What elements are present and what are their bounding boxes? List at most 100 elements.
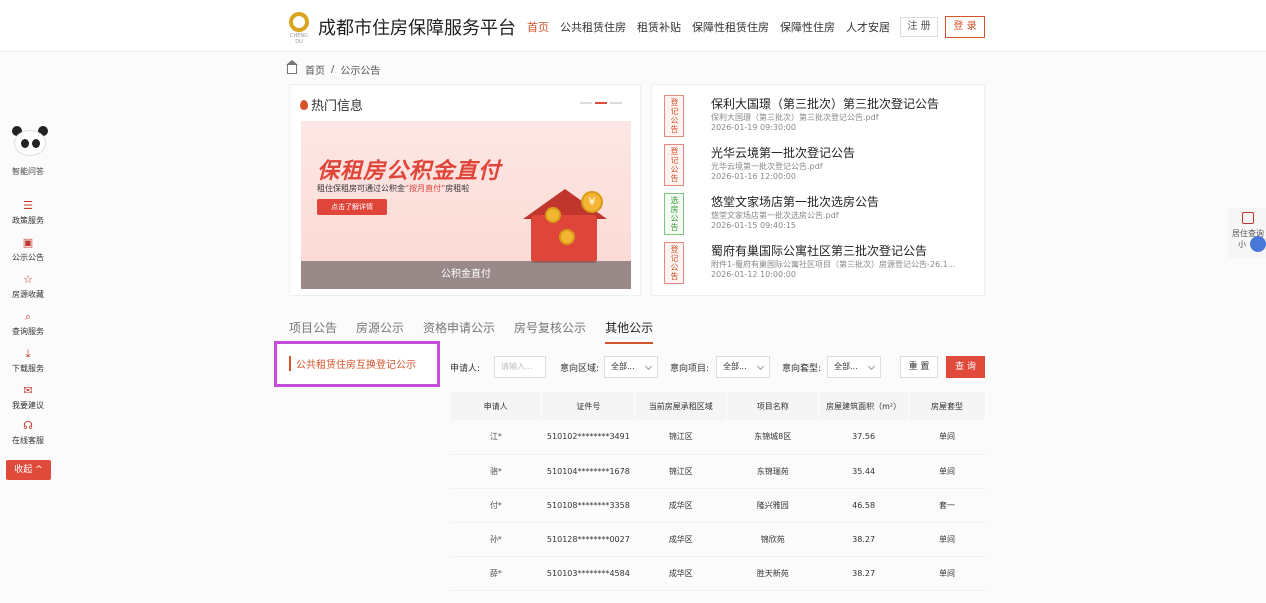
cell-applicant: 付* — [450, 488, 542, 523]
nav-rent-subsidy[interactable]: 租赁补贴 — [637, 19, 681, 35]
notice-file[interactable]: 悠堂文家场店第一批次选房公告.pdf — [711, 210, 981, 221]
reset-button[interactable]: 重 置 — [900, 356, 938, 378]
promo-banner[interactable]: 保租房公积金直付 租住保租房可通过公积金“按月直付”房租啦 点击了解详情 ¥ 公… — [301, 121, 631, 289]
category-panel: 公共租赁住房互换登记公示 — [274, 341, 440, 387]
right-float-widget[interactable]: 居住查询 小 — [1228, 208, 1266, 258]
notice-item[interactable]: 登记公告 保利大国璟（第三批次）第三批次登记公告 保利大国璟（第三批次）第三批次… — [664, 95, 984, 141]
panda-head — [14, 130, 46, 156]
carousel-dot[interactable] — [610, 102, 622, 104]
nav-home[interactable]: 首页 — [527, 19, 549, 35]
notice-item[interactable]: 登记公告 光华云境第一批次登记公告 光华云境第一批次登记公告.pdf 2026-… — [664, 144, 984, 190]
hot-info-title: 热门信息 — [300, 95, 363, 114]
notice-time: 2026-01-12 10:00:00 — [711, 270, 796, 279]
house-illustration-icon: ¥ — [519, 185, 609, 265]
project-select-value: 全部... — [723, 362, 747, 371]
nav-affordable-housing[interactable]: 保障性住房 — [780, 19, 835, 35]
collapse-sidebar-button[interactable]: 收起 ^ — [6, 460, 51, 480]
unit-type-select[interactable]: 全部... — [827, 356, 881, 378]
tab-review-notice[interactable]: 房号复核公示 — [514, 319, 586, 344]
applicant-input[interactable]: 请输入... — [494, 356, 546, 378]
policy-icon: ☰ — [23, 199, 33, 212]
cell-project: 东锦瑞苑 — [726, 454, 819, 489]
nav-affordable-rental[interactable]: 保障性租赁住房 — [692, 19, 769, 35]
cell-unit-type: 套一 — [908, 488, 986, 523]
star-icon: ☆ — [23, 273, 33, 286]
sidebar-item-notice[interactable]: ▣ 公示公告 — [4, 237, 52, 263]
cell-unit-type: 单间 — [908, 420, 986, 455]
applicant-label: 申请人: — [450, 364, 481, 374]
cell-id-number: 510102********3491 — [541, 420, 635, 455]
chat-bubble-icon[interactable] — [1250, 236, 1266, 252]
category-item-rental-exchange[interactable]: 公共租赁住房互换登记公示 — [289, 356, 416, 371]
nav-talent-housing[interactable]: 人才安居 — [846, 19, 890, 35]
panda-assistant-icon[interactable] — [10, 126, 50, 160]
notice-title[interactable]: 光华云境第一批次登记公告 — [711, 144, 855, 161]
main-nav: 首页 公共租赁住房 租赁补贴 保障性租赁住房 保障性住房 人才安居 — [527, 19, 901, 35]
table-row: 付* 510108********3358 成华区 隆兴雅园 46.58 套一 — [450, 488, 986, 523]
notice-title[interactable]: 悠堂文家场店第一批次选房公告 — [711, 193, 879, 210]
housing-query-icon — [1242, 212, 1254, 224]
chevron-down-icon — [644, 362, 653, 371]
notice-time: 2026-01-15 09:40:15 — [711, 221, 796, 230]
carousel-dot[interactable] — [580, 102, 592, 104]
sidebar-item-label: 查询服务 — [12, 327, 44, 336]
hot-info-card: 热门信息 保租房公积金直付 租住保租房可通过公积金“按月直付”房租啦 点击了解详… — [289, 84, 641, 296]
sidebar-item-favorites[interactable]: ☆ 房源收藏 — [4, 274, 52, 300]
banner-detail-button[interactable]: 点击了解详情 — [317, 199, 387, 215]
cell-area: 35.44 — [818, 454, 909, 489]
cell-district: 锦江区 — [634, 454, 727, 489]
notice-time: 2026-01-19 09:30:00 — [711, 123, 796, 132]
site-logo[interactable]: CHENG DU — [287, 12, 311, 45]
notice-title[interactable]: 蜀府有巢国际公寓社区第三批次登记公告 — [711, 242, 927, 259]
notice-time: 2026-01-16 12:00:00 — [711, 172, 796, 181]
column-header: 申请人 — [450, 392, 543, 420]
yuan-coin-icon: ¥ — [581, 191, 603, 213]
banner-caption: 公积金直付 — [301, 261, 631, 289]
notice-tag: 登记公告 — [664, 95, 684, 137]
sidebar-item-label: 公示公告 — [12, 253, 44, 262]
carousel-dot-active[interactable] — [595, 102, 607, 104]
nav-public-rental[interactable]: 公共租赁住房 — [560, 19, 626, 35]
column-header: 当前房屋承租区域 — [634, 392, 728, 420]
register-button[interactable]: 注 册 — [900, 17, 938, 37]
breadcrumb-home[interactable]: 首页 — [305, 62, 325, 77]
sidebar-item-label: 房源收藏 — [12, 290, 44, 299]
query-button[interactable]: 查 询 — [946, 356, 985, 378]
unit-type-select-value: 全部... — [834, 362, 858, 371]
district-select[interactable]: 全部... — [604, 356, 658, 378]
logo-ring-icon — [289, 12, 309, 32]
notice-title[interactable]: 保利大国璟（第三批次）第三批次登记公告 — [711, 95, 939, 112]
notice-item[interactable]: 登记公告 蜀府有巢国际公寓社区第三批次登记公告 附件1-蜀府有巢国际公寓社区项目… — [664, 242, 984, 288]
breadcrumb-separator: / — [331, 64, 335, 75]
login-button[interactable]: 登 录 — [945, 16, 985, 38]
project-select[interactable]: 全部... — [716, 356, 770, 378]
table-row: 孙* 510128********0027 成华区 锦欣苑 38.27 单间 — [450, 522, 986, 557]
sidebar-item-online-service[interactable]: ☊ 在线客服 — [4, 420, 52, 446]
cell-id-number: 510128********0027 — [541, 522, 635, 557]
sidebar-item-download[interactable]: ⤓ 下载服务 — [4, 348, 52, 374]
search-icon: ⌕ — [24, 310, 32, 323]
notice-file[interactable]: 保利大国璟（第三批次）第三批次登记公告.pdf — [711, 112, 981, 123]
district-select-value: 全部... — [611, 362, 635, 371]
sidebar-item-suggestion[interactable]: ✉ 我要建议 — [4, 385, 52, 411]
cell-applicant: 江* — [450, 420, 542, 455]
right-float-label-2: 小 — [1238, 240, 1246, 249]
tab-other-notice[interactable]: 其他公示 — [605, 319, 654, 344]
cell-district: 成华区 — [634, 488, 727, 523]
cell-project: 胜天新苑 — [726, 556, 819, 591]
sidebar-item-label: 下载服务 — [12, 364, 44, 373]
cell-applicant: 孙* — [450, 522, 542, 557]
notice-file[interactable]: 附件1-蜀府有巢国际公寓社区项目（第三批次）房源登记公告-26.1... — [711, 259, 981, 270]
sidebar-item-query[interactable]: ⌕ 查询服务 — [4, 311, 52, 337]
sidebar-item-label: 政策服务 — [12, 216, 44, 225]
site-title[interactable]: 成都市住房保障服务平台 — [318, 14, 516, 40]
home-icon — [286, 60, 298, 74]
assistant-label[interactable]: 智能问答 — [4, 166, 52, 177]
sidebar-item-policy[interactable]: ☰ 政策服务 — [4, 200, 52, 226]
cell-district: 锦江区 — [634, 420, 727, 455]
notice-item[interactable]: 选房公告 悠堂文家场店第一批次选房公告 悠堂文家场店第一批次选房公告.pdf 2… — [664, 193, 984, 239]
table-row: 薛* 510103********4584 成华区 胜天新苑 38.27 单间 — [450, 556, 986, 591]
notice-file[interactable]: 光华云境第一批次登记公告.pdf — [711, 161, 981, 172]
project-label: 意向项目: — [670, 364, 710, 374]
cell-area: 37.56 — [818, 420, 909, 455]
